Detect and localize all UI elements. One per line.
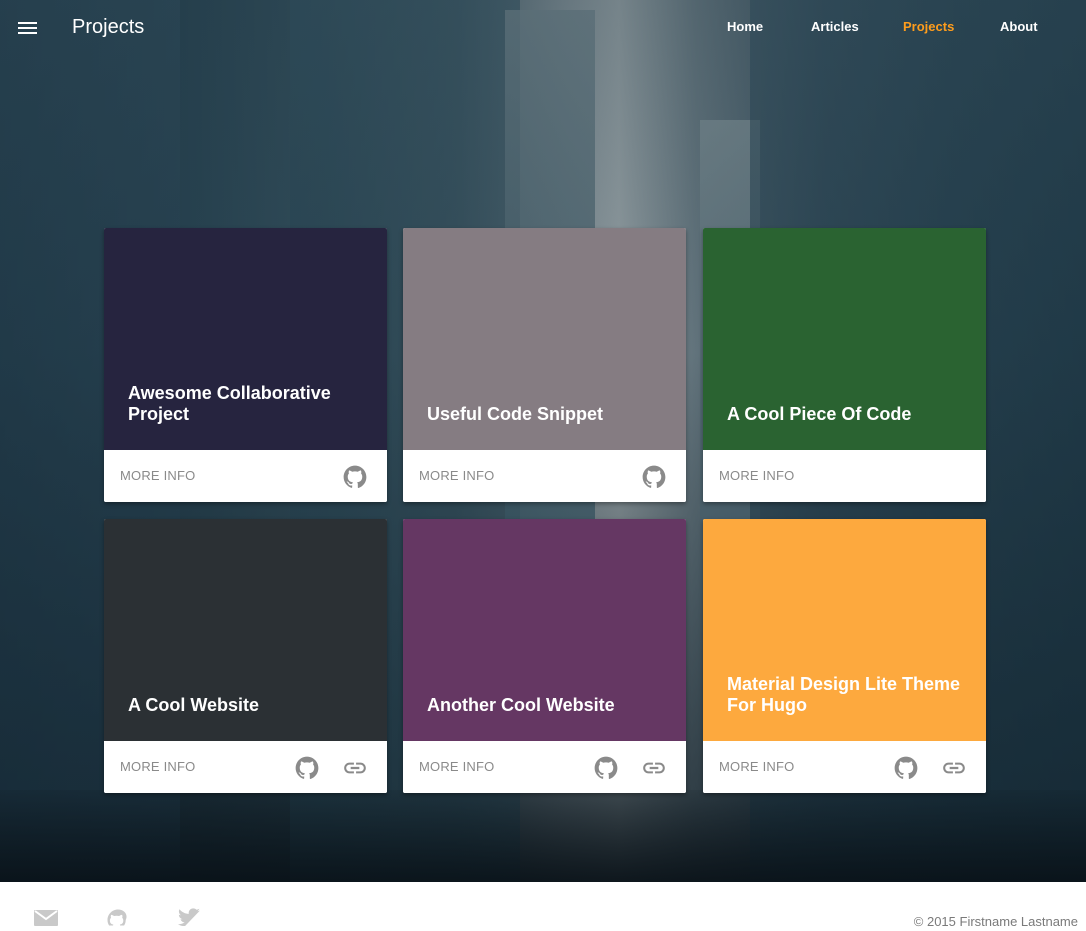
nav-link-articles[interactable]: Articles: [811, 19, 859, 34]
card-actions: MORE INFO: [703, 450, 986, 502]
more-info-button[interactable]: MORE INFO: [719, 468, 794, 483]
nav-link-projects[interactable]: Projects: [903, 19, 954, 34]
project-card: Material Design Lite Theme For Hugo MORE…: [703, 519, 986, 793]
github-icon[interactable]: [893, 755, 919, 781]
project-card: Awesome Collaborative Project MORE INFO: [104, 228, 387, 502]
nav-link-about[interactable]: About: [1000, 19, 1038, 34]
github-icon[interactable]: [105, 908, 131, 931]
more-info-button[interactable]: MORE INFO: [419, 468, 494, 483]
card-actions: MORE INFO: [403, 741, 686, 793]
more-info-button[interactable]: MORE INFO: [719, 759, 794, 774]
card-cover: Useful Code Snippet: [403, 228, 686, 450]
more-info-button[interactable]: MORE INFO: [419, 759, 494, 774]
card-actions: MORE INFO: [104, 741, 387, 793]
more-info-button[interactable]: MORE INFO: [120, 468, 195, 483]
more-info-button[interactable]: MORE INFO: [120, 759, 195, 774]
card-cover: Material Design Lite Theme For Hugo: [703, 519, 986, 741]
card-title: Another Cool Website: [427, 695, 615, 715]
link-icon[interactable]: [342, 755, 368, 781]
card-cover: Another Cool Website: [403, 519, 686, 741]
link-icon[interactable]: [641, 755, 667, 781]
project-card: A Cool Piece Of Code MORE INFO: [703, 228, 986, 502]
project-card: Another Cool Website MORE INFO: [403, 519, 686, 793]
project-card: A Cool Website MORE INFO: [104, 519, 387, 793]
card-title: Material Design Lite Theme For Hugo: [727, 674, 961, 715]
nav-link-home[interactable]: Home: [727, 19, 763, 34]
card-actions: MORE INFO: [403, 450, 686, 502]
card-cover: Awesome Collaborative Project: [104, 228, 387, 450]
github-icon[interactable]: [641, 464, 667, 490]
github-icon[interactable]: [294, 755, 320, 781]
github-icon[interactable]: [593, 755, 619, 781]
card-actions: MORE INFO: [703, 741, 986, 793]
twitter-icon[interactable]: [176, 908, 202, 931]
page-footer: © 2015 Firstname Lastname: [0, 882, 1086, 929]
card-actions: MORE INFO: [104, 450, 387, 502]
main-nav: Home Articles Projects About: [0, 19, 1086, 39]
link-icon[interactable]: [941, 755, 967, 781]
card-cover: A Cool Website: [104, 519, 387, 741]
card-cover: A Cool Piece Of Code: [703, 228, 986, 450]
copyright-text: © 2015 Firstname Lastname: [913, 914, 1078, 929]
project-card: Useful Code Snippet MORE INFO: [403, 228, 686, 502]
card-title: Useful Code Snippet: [427, 404, 604, 424]
card-title: A Cool Website: [128, 695, 260, 715]
card-title: Awesome Collaborative Project: [128, 383, 331, 424]
mail-icon[interactable]: [34, 908, 58, 931]
card-title: A Cool Piece Of Code: [727, 404, 912, 424]
app-header: Projects Home Articles Projects About: [0, 0, 1086, 56]
github-icon[interactable]: [342, 464, 368, 490]
